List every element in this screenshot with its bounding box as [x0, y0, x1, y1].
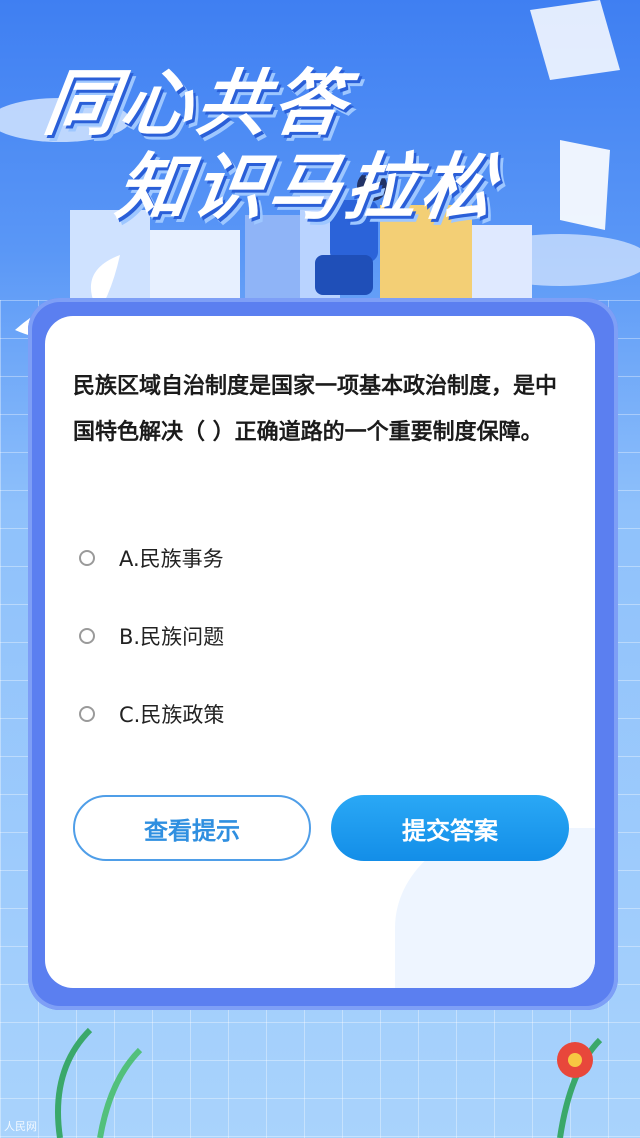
- option-a-label: A.民族事务: [119, 547, 224, 571]
- radio-icon[interactable]: [79, 550, 95, 566]
- option-c[interactable]: C.民族政策: [79, 694, 224, 734]
- option-c-label: C.民族政策: [119, 703, 225, 727]
- view-hint-button[interactable]: 查看提示: [73, 795, 311, 861]
- option-b-label: B.民族问题: [119, 625, 225, 649]
- banner-title-line2: 知识马拉松: [111, 145, 504, 229]
- option-a[interactable]: A.民族事务: [79, 538, 224, 578]
- option-b[interactable]: B.民族问题: [79, 616, 224, 656]
- radio-icon[interactable]: [79, 628, 95, 644]
- radio-icon[interactable]: [79, 706, 95, 722]
- question-text: 民族区域自治制度是国家一项基本政治制度，是中国特色解决（ ）正确道路的一个重要制…: [73, 374, 558, 445]
- watermark: 人民网: [4, 1120, 37, 1133]
- submit-answer-button[interactable]: 提交答案: [331, 795, 569, 861]
- quiz-card: 民族区域自治制度是国家一项基本政治制度，是中国特色解决（ ）正确道路的一个重要制…: [45, 316, 595, 988]
- plant-decoration: [55, 1027, 603, 1138]
